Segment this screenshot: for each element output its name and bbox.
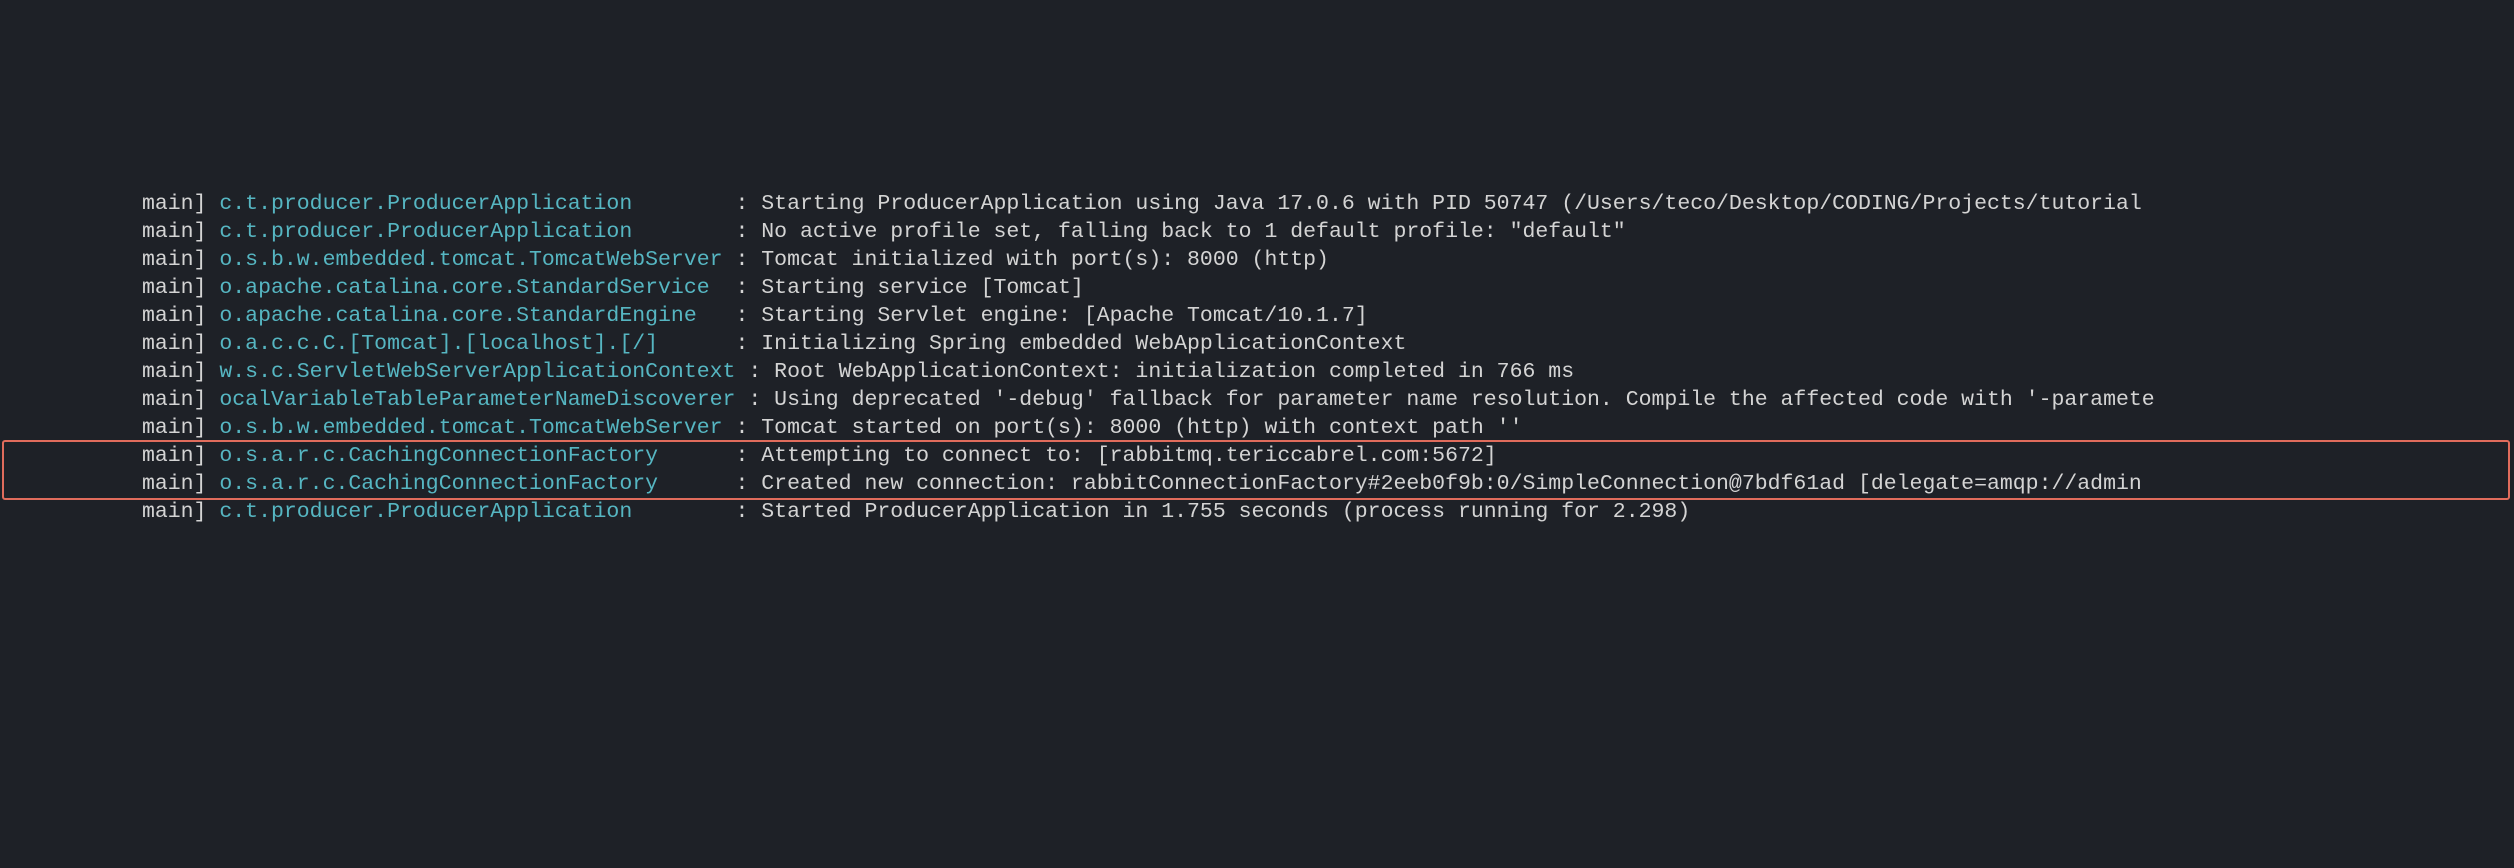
log-line: main] o.s.a.r.c.CachingConnectionFactory… [0,442,2514,470]
log-padding [0,500,142,524]
log-logger-name: o.s.a.r.c.CachingConnectionFactory [219,444,722,468]
log-padding [0,332,142,356]
log-logger-name: c.t.producer.ProducerApplication [219,500,722,524]
log-separator: : [723,248,762,272]
log-logger-name: w.s.c.ServletWebServerApplicationContext [219,360,735,384]
log-logger-name: o.s.b.w.embedded.tomcat.TomcatWebServer [219,248,722,272]
log-message: Started ProducerApplication in 1.755 sec… [761,500,1690,524]
log-line: main] c.t.producer.ProducerApplication :… [0,190,2514,218]
log-separator: : [723,192,762,216]
log-message: Created new connection: rabbitConnection… [761,472,2142,496]
log-message: Using deprecated '-debug' fallback for p… [761,388,2154,412]
log-logger-name: o.s.a.r.c.CachingConnectionFactory [219,472,722,496]
log-separator: : [723,332,762,356]
log-thread: main] [142,276,219,300]
log-separator: : [723,416,762,440]
log-logger-name: o.s.b.w.embedded.tomcat.TomcatWebServer [219,416,722,440]
log-message: Starting ProducerApplication using Java … [761,192,2142,216]
log-separator: : [735,388,761,412]
log-message: Root WebApplicationContext: initializati… [761,360,1574,384]
log-message: Starting Servlet engine: [Apache Tomcat/… [761,304,1367,328]
log-padding [0,360,142,384]
log-padding [0,416,142,440]
log-separator: : [723,276,762,300]
log-line: main] ocalVariableTableParameterNameDisc… [0,386,2514,414]
log-padding [0,388,142,412]
log-thread: main] [142,416,219,440]
log-padding [0,248,142,272]
log-line: main] c.t.producer.ProducerApplication :… [0,218,2514,246]
log-logger-name: o.apache.catalina.core.StandardService [219,276,722,300]
log-logger-name: c.t.producer.ProducerApplication [219,220,722,244]
log-thread: main] [142,304,219,328]
log-padding [0,304,142,328]
log-message: Starting service [Tomcat] [761,276,1084,300]
log-separator: : [723,472,762,496]
log-logger-name: c.t.producer.ProducerApplication [219,192,722,216]
log-thread: main] [142,444,219,468]
log-line: main] o.s.a.r.c.CachingConnectionFactory… [0,470,2514,498]
log-separator: : [723,220,762,244]
log-padding [0,472,142,496]
log-line: main] o.apache.catalina.core.StandardSer… [0,274,2514,302]
log-padding [0,192,142,216]
log-message: Tomcat started on port(s): 8000 (http) w… [761,416,1522,440]
log-padding [0,276,142,300]
log-message: Tomcat initialized with port(s): 8000 (h… [761,248,1329,272]
log-separator: : [723,444,762,468]
log-line: main] o.s.b.w.embedded.tomcat.TomcatWebS… [0,246,2514,274]
log-line: main] o.apache.catalina.core.StandardEng… [0,302,2514,330]
log-thread: main] [142,248,219,272]
log-message: No active profile set, falling back to 1… [761,220,1625,244]
log-thread: main] [142,192,219,216]
log-thread: main] [142,388,219,412]
log-line: main] w.s.c.ServletWebServerApplicationC… [0,358,2514,386]
log-message: Attempting to connect to: [rabbitmq.teri… [761,444,1496,468]
log-padding [0,220,142,244]
log-logger-name: o.a.c.c.C.[Tomcat].[localhost].[/] [219,332,722,356]
log-separator: : [723,500,762,524]
log-thread: main] [142,332,219,356]
log-message: Initializing Spring embedded WebApplicat… [761,332,1406,356]
log-padding [0,444,142,468]
log-line: main] c.t.producer.ProducerApplication :… [0,498,2514,526]
log-thread: main] [142,220,219,244]
log-thread: main] [142,472,219,496]
log-separator: : [735,360,761,384]
console-log-output: main] c.t.producer.ProducerApplication :… [0,190,2514,526]
log-separator: : [723,304,762,328]
log-thread: main] [142,500,219,524]
log-thread: main] [142,360,219,384]
log-logger-name: ocalVariableTableParameterNameDiscoverer [219,388,735,412]
log-logger-name: o.apache.catalina.core.StandardEngine [219,304,722,328]
log-line: main] o.a.c.c.C.[Tomcat].[localhost].[/]… [0,330,2514,358]
log-line: main] o.s.b.w.embedded.tomcat.TomcatWebS… [0,414,2514,442]
